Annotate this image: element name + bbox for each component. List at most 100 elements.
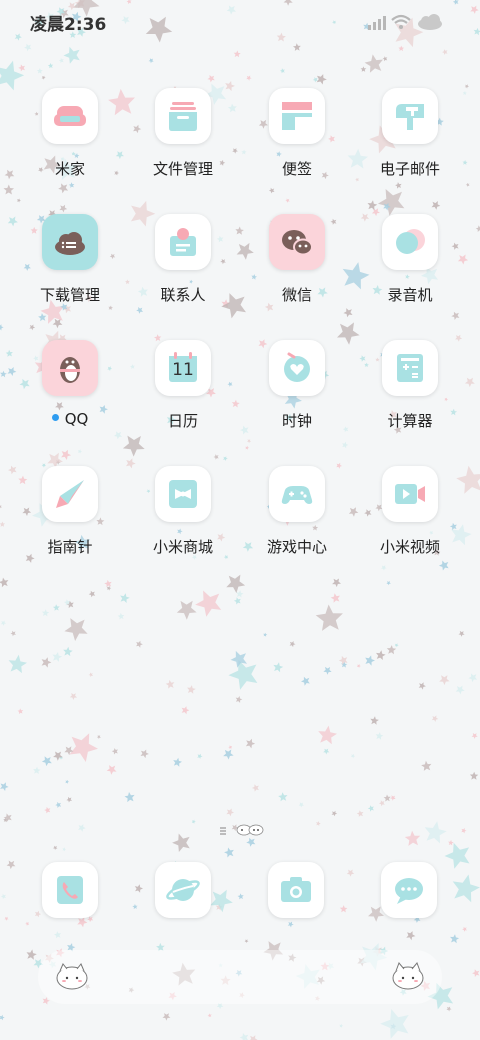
bowtie-bag-icon (155, 466, 211, 522)
star-decoration (471, 733, 478, 739)
star-decoration (96, 735, 101, 739)
app-compass[interactable]: 指南针 (14, 466, 126, 586)
app-mi-store[interactable]: 小米商城 (127, 466, 239, 586)
clock-heart-icon (269, 340, 325, 396)
star-decoration (88, 672, 93, 677)
star-decoration (338, 655, 348, 665)
star-decoration (375, 732, 384, 740)
recorder-icon (382, 214, 438, 270)
star-decoration (63, 646, 73, 657)
star-decoration (464, 377, 475, 388)
app-calculator[interactable]: 计算器 (354, 340, 466, 460)
star-decoration (4, 169, 15, 180)
cat-face-left-icon[interactable] (54, 958, 90, 994)
star-decoration (62, 847, 67, 852)
star-decoration (120, 593, 130, 603)
star-decoration (3, 184, 14, 195)
star-decoration (65, 779, 70, 784)
star-decoration (233, 597, 241, 605)
star-decoration (446, 1006, 452, 1012)
mailbox-icon (382, 88, 438, 144)
star-decoration (442, 49, 448, 55)
star-decoration (289, 641, 296, 648)
star-decoration (55, 801, 62, 808)
star-decoration (455, 685, 465, 695)
planet-browser-icon[interactable] (155, 862, 211, 918)
star-decoration (148, 58, 154, 64)
star-decoration (226, 808, 234, 817)
calculator-icon (382, 340, 438, 396)
star-decoration (106, 585, 112, 591)
star-decoration (18, 64, 25, 72)
star-decoration (173, 757, 182, 767)
star-decoration (33, 766, 41, 774)
star-decoration (64, 618, 88, 641)
app-game-center[interactable]: 游戏中心 (241, 466, 353, 586)
star-decoration (36, 68, 43, 74)
star-decoration (228, 659, 258, 690)
app-label: 小米视频 (379, 538, 440, 556)
app-calendar[interactable]: 11 日历 (127, 340, 239, 460)
app-file-manager[interactable]: 文件管理 (127, 88, 239, 208)
star-decoration (469, 771, 479, 780)
app-email[interactable]: 电子邮件 (354, 88, 466, 208)
app-qq[interactable]: QQ (14, 340, 126, 460)
star-decoration (24, 43, 32, 52)
star-decoration (0, 782, 9, 791)
page-indicator[interactable] (218, 822, 268, 836)
notes-icon (269, 88, 325, 144)
phone-icon[interactable] (42, 862, 98, 918)
star-decoration (301, 676, 310, 686)
app-recorder[interactable]: 录音机 (354, 214, 466, 334)
star-decoration (287, 921, 294, 928)
app-notes[interactable]: 便签 (241, 88, 353, 208)
star-decoration (69, 693, 78, 700)
cat-face-right-icon[interactable] (390, 958, 426, 994)
star-decoration (376, 650, 386, 660)
app-clock[interactable]: 时钟 (241, 340, 353, 460)
bottom-widget-bar (38, 950, 442, 1004)
app-wechat[interactable]: 微信 (241, 214, 353, 334)
app-label: 下载管理 (39, 286, 100, 304)
star-decoration (47, 63, 54, 69)
star-decoration (390, 795, 396, 801)
cloud-download-icon (42, 214, 98, 270)
star-decoration (111, 748, 119, 755)
gamepad-icon (269, 466, 325, 522)
app-contacts[interactable]: 联系人 (127, 214, 239, 334)
star-decoration (26, 949, 37, 960)
star-decoration (58, 58, 64, 63)
star-decoration (316, 74, 327, 85)
star-decoration (273, 662, 284, 673)
star-decoration (462, 926, 467, 932)
contact-card-icon (155, 214, 211, 270)
signal-icon (368, 16, 386, 30)
app-mijia[interactable]: 米家 (14, 88, 126, 208)
star-decoration (0, 577, 9, 588)
app-mi-video[interactable]: 小米视频 (354, 466, 466, 586)
camera-icon[interactable] (268, 862, 324, 918)
star-decoration (439, 675, 450, 686)
app-download-manager[interactable]: 下载管理 (14, 214, 126, 334)
star-decoration (431, 715, 439, 722)
star-decoration (250, 1035, 258, 1040)
star-decoration (339, 1023, 344, 1028)
star-decoration (17, 708, 24, 714)
chat-bubble-icon[interactable] (381, 862, 437, 918)
star-decoration (10, 630, 16, 637)
star-decoration (450, 934, 460, 944)
cloud-icon (418, 14, 442, 30)
star-decoration (315, 604, 343, 631)
star-decoration (280, 68, 285, 74)
star-decoration (44, 806, 51, 814)
star-decoration (404, 830, 421, 846)
app-label: 小米商城 (152, 538, 213, 556)
app-label: 微信 (281, 286, 312, 304)
star-decoration (52, 652, 63, 662)
star-decoration (418, 682, 426, 690)
star-decoration (63, 599, 71, 606)
star-decoration (472, 969, 480, 977)
star-decoration (245, 738, 256, 749)
star-decoration (69, 733, 98, 762)
star-decoration (244, 939, 249, 943)
